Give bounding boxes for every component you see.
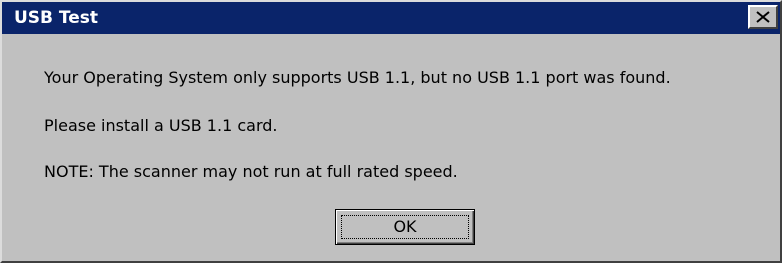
ok-button-label: OK [393,217,417,236]
usb-test-dialog: USB Test Your Operating System only supp… [0,0,782,263]
message-line-install-card: Please install a USB 1.1 card. [44,116,278,135]
message-line-os-support: Your Operating System only supports USB … [44,68,671,87]
close-icon [756,11,770,23]
close-button[interactable] [748,5,778,29]
ok-button[interactable]: OK [335,209,475,245]
dialog-titlebar[interactable]: USB Test [2,2,780,34]
message-line-speed-note: NOTE: The scanner may not run at full ra… [44,162,458,181]
dialog-title: USB Test [14,8,99,28]
